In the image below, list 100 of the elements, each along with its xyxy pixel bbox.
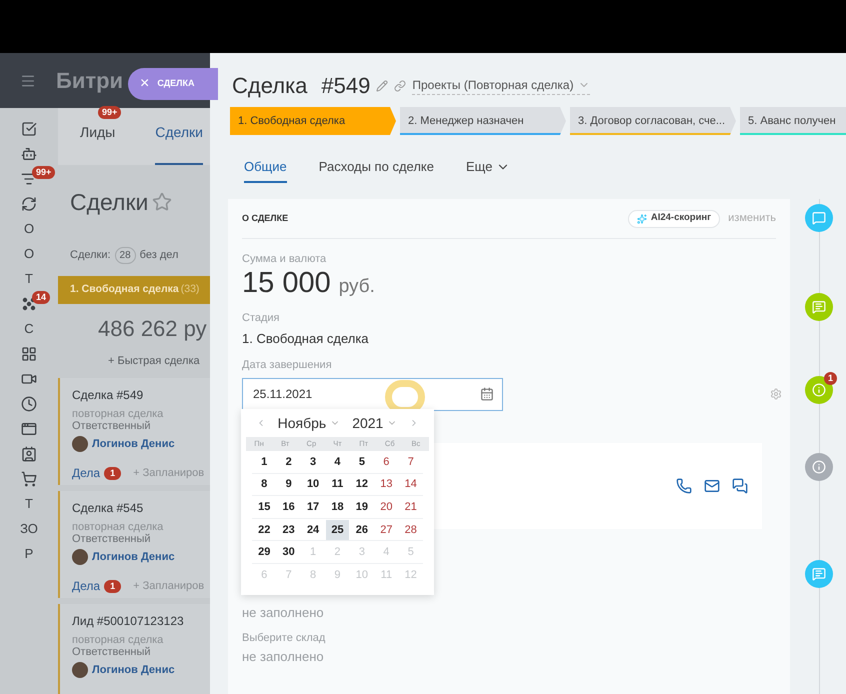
input-value: 25.11.2021	[253, 386, 314, 403]
sidebar-item[interactable]: О	[24, 219, 34, 238]
calendar-day[interactable]: 3	[302, 452, 324, 472]
field-label: Стадия	[242, 311, 280, 326]
contact-card-icon[interactable]	[21, 446, 37, 462]
stage-step[interactable]: 2. Менеджер назначен	[400, 107, 566, 135]
nav-tab[interactable]: Сделки	[155, 122, 203, 165]
calendar-icon[interactable]	[480, 387, 494, 401]
category-select[interactable]: Проекты (Повторная сделка)	[412, 76, 590, 95]
calendar-day[interactable]: 4	[326, 452, 349, 472]
currency-value: руб.	[338, 274, 375, 298]
scoring-button[interactable]: AI24-скоринг	[628, 210, 720, 228]
sidebar-item[interactable]: ЗО	[20, 519, 38, 538]
calendar-day[interactable]: 1	[253, 452, 276, 472]
robot-icon[interactable]	[21, 146, 37, 162]
calendar-day[interactable]: 23	[277, 520, 300, 540]
count-badge: 14	[32, 291, 50, 304]
calendar-day[interactable]: 18	[326, 496, 349, 517]
calendar-day[interactable]: 28	[400, 520, 422, 540]
info-icon	[812, 460, 826, 474]
star-icon[interactable]	[152, 192, 172, 212]
info-icon	[812, 383, 826, 397]
calendar-day[interactable]: 17	[302, 496, 324, 517]
column-count: (33)	[180, 282, 200, 298]
deal-card[interactable]: Лид #500107123123 повторная сделка Ответственный Логинов Денис	[58, 604, 210, 694]
chat-icon[interactable]	[732, 478, 748, 494]
calendar-day[interactable]: 25	[326, 520, 349, 540]
calendar-day[interactable]: 12	[350, 474, 374, 494]
info-marker[interactable]	[805, 453, 833, 481]
tasks-link[interactable]: Дела	[72, 464, 100, 482]
calendar-day[interactable]: 21	[400, 496, 422, 517]
tasks-link[interactable]: Дела	[72, 577, 100, 595]
sidebar-item[interactable]: Р	[24, 544, 34, 564]
chat-marker[interactable]	[805, 293, 833, 321]
grid-icon[interactable]	[21, 346, 37, 362]
person-link[interactable]: Логинов Денис	[92, 436, 175, 452]
calendar-day[interactable]: 26	[350, 520, 374, 540]
window-icon[interactable]	[21, 420, 37, 437]
calendar-day[interactable]: 2	[277, 452, 300, 472]
task-icon[interactable]	[21, 120, 37, 137]
sidebar-item[interactable]: Т	[25, 494, 33, 514]
count-badge: 1	[824, 372, 837, 385]
counter-pill[interactable]: 28	[114, 247, 136, 264]
close-tab[interactable]: × СДЕЛКА	[128, 68, 218, 100]
calendar-day[interactable]: 14	[400, 474, 422, 494]
month-select[interactable]: Ноябрь	[278, 412, 340, 434]
menu-icon[interactable]	[20, 72, 36, 88]
calendar-day[interactable]: 20	[375, 496, 398, 517]
mail-icon[interactable]	[704, 478, 720, 494]
calendar-day[interactable]: 10	[302, 474, 324, 494]
column-title: 1. Свободная сделка	[70, 282, 179, 298]
sparkle-icon	[636, 214, 647, 224]
stage-step[interactable]: 1. Свободная сделка	[230, 107, 396, 135]
calendar-day[interactable]: 11	[326, 474, 349, 494]
calendar-day[interactable]: 22	[253, 520, 276, 540]
section-tab[interactable]: Расходы по сделке	[318, 157, 434, 182]
person-link[interactable]: Логинов Денис	[92, 662, 175, 678]
calendar-day[interactable]: 6	[375, 452, 398, 472]
calendar-day[interactable]: 9	[277, 474, 300, 494]
deal-card[interactable]: Сделка #545 повторная сделка Ответственный Логинов Денис Дела 1 + Запланиров	[58, 490, 210, 598]
section-tab[interactable]: Еще	[466, 157, 510, 182]
calendar-day[interactable]: 24	[302, 520, 324, 540]
card-subtitle: повторная сделка	[72, 634, 164, 646]
card-subtitle: повторная сделка	[72, 520, 164, 532]
calendar-day[interactable]: 27	[375, 520, 398, 540]
section-title: О СДЕЛКЕ	[242, 212, 290, 225]
date-input[interactable]: 25.11.2021	[242, 378, 503, 410]
sidebar-item[interactable]: С	[24, 319, 34, 338]
calendar-day[interactable]: 15	[253, 496, 276, 517]
tab-label: СДЕЛКА	[157, 77, 194, 90]
phone-icon[interactable]	[676, 478, 692, 494]
count-badge: 99+	[98, 106, 122, 119]
calendar-day[interactable]: 13	[375, 474, 398, 494]
sidebar-item[interactable]: Т	[25, 269, 33, 288]
calendar-day[interactable]: 29	[253, 542, 276, 562]
calendar-day[interactable]: 5	[350, 452, 374, 472]
field-value: 1. Свободная сделка	[242, 330, 370, 348]
quick-add-link[interactable]: + Быстрая сделка	[58, 345, 210, 378]
avatar	[72, 548, 88, 565]
chat-marker[interactable]	[805, 204, 833, 232]
stage-step[interactable]: 5. Аванс получен	[740, 107, 846, 135]
clock-icon[interactable]	[21, 396, 37, 412]
stage-step[interactable]: 3. Договор согласован, сче...	[570, 107, 736, 135]
card-subtitle: повторная сделка	[72, 408, 164, 420]
close-glyph: ×	[140, 76, 150, 92]
sidebar-item[interactable]: О	[24, 244, 34, 264]
cart-icon[interactable]	[21, 470, 37, 487]
calendar-day[interactable]: 8	[253, 474, 276, 494]
person-link[interactable]: Логинов Денис	[92, 548, 175, 565]
calendar-day[interactable]: 30	[277, 542, 300, 562]
calendar-day[interactable]: 19	[350, 496, 374, 517]
chat-marker[interactable]	[805, 560, 833, 588]
calendar-day[interactable]: 7	[400, 452, 422, 472]
calendar-day[interactable]: 16	[277, 496, 300, 517]
chat-icon	[812, 567, 826, 581]
section-tab[interactable]: Общие	[244, 157, 287, 182]
year-select[interactable]: 2021	[352, 412, 398, 434]
deal-card[interactable]: Сделка #549 повторная сделка Ответственный Логинов Денис Дела 1 + Запланиров	[58, 378, 210, 484]
sync-icon[interactable]	[21, 196, 37, 212]
page-heading: Сделки	[70, 188, 148, 217]
